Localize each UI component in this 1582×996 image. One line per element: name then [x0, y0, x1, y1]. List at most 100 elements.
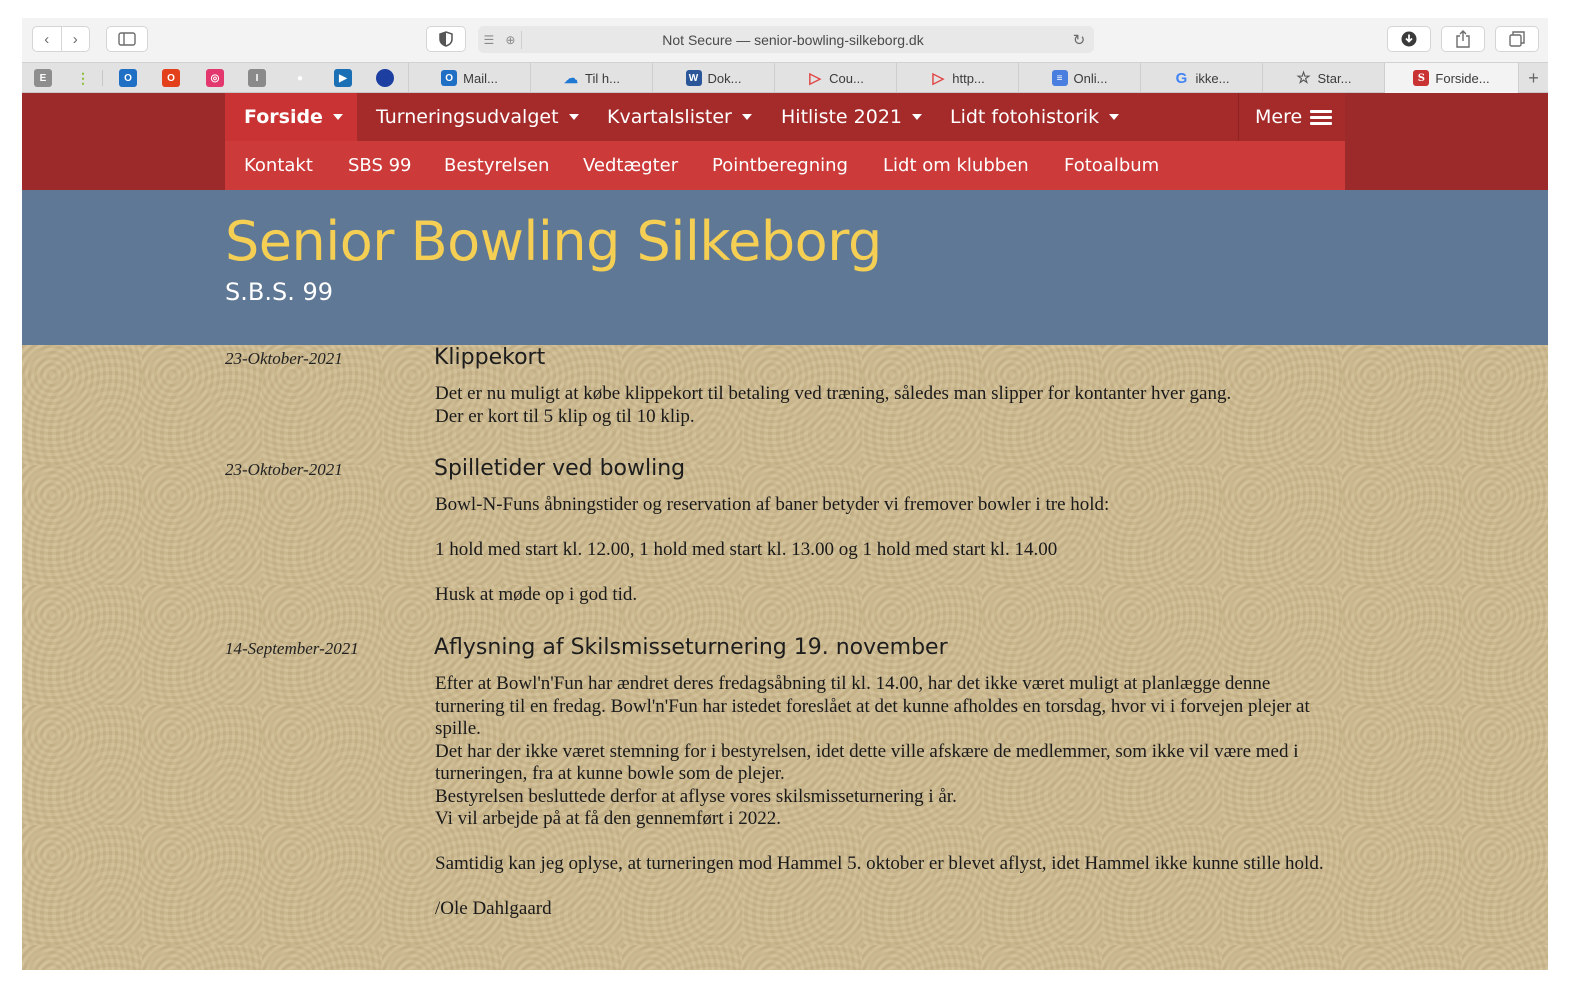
- tab-forside[interactable]: S Forside...: [1384, 63, 1518, 93]
- post-date: 23-Oktober-2021: [225, 460, 343, 479]
- news-content: 23-Oktober-2021 Klippekort Det er nu mul…: [22, 345, 1548, 970]
- tab-mail[interactable]: O Mail...: [408, 63, 530, 93]
- post-paragraph: Det har der ikke været stemning for i be…: [435, 740, 1299, 785]
- pinned-tab-office-icon[interactable]: O: [162, 69, 180, 87]
- post-paragraph: 1 hold med start kl. 12.00, 1 hold med s…: [435, 539, 1058, 560]
- sub-nav-fotoalbum[interactable]: Fotoalbum: [1064, 141, 1159, 190]
- post-paragraph: Vi vil arbejde på at få den gennemført i…: [435, 808, 782, 829]
- tab-label: Dok...: [707, 70, 742, 86]
- nav-label: Forside: [244, 106, 323, 128]
- nav-item-forside[interactable]: Forside: [225, 93, 357, 141]
- downloads-icon[interactable]: [1387, 26, 1431, 52]
- onedrive-icon: ☁: [564, 69, 579, 86]
- pin-divider: [102, 70, 103, 86]
- pinned-tab-outlook-icon[interactable]: O: [119, 69, 137, 87]
- hamburger-icon: [1310, 107, 1333, 128]
- pinned-tab-creative-cloud-icon[interactable]: ◎: [206, 69, 224, 87]
- new-tab-icon[interactable]: +: [1518, 63, 1548, 93]
- caret-down-icon: [568, 114, 579, 120]
- tab-label: Til h...: [585, 70, 620, 86]
- tab-label: Star...: [1317, 70, 1352, 86]
- post-paragraph: Efter at Bowl'n'Fun har ændret deres fre…: [435, 673, 1310, 739]
- tab-label: http...: [952, 70, 985, 86]
- sidebar-icon[interactable]: [106, 26, 148, 52]
- post-title: Aflysning af Skilsmisseturnering 19. nov…: [434, 635, 948, 660]
- nav-item-fotohistorik[interactable]: Lidt fotohistorik: [950, 93, 1120, 141]
- tab-cou[interactable]: ▷ Cou...: [774, 63, 896, 93]
- triangle-app-icon: ▷: [932, 70, 944, 87]
- more-menu-button[interactable]: Mere: [1255, 93, 1333, 141]
- reload-icon[interactable]: ↻: [1064, 31, 1094, 49]
- sub-nav-pointberegning[interactable]: Pointberegning: [712, 141, 848, 190]
- nav-item-turneringsudvalget[interactable]: Turneringsudvalget: [376, 93, 579, 141]
- reader-controls: ☰ ⊕: [478, 30, 522, 49]
- post-paragraph: /Ole Dahlgaard: [435, 898, 552, 919]
- sub-nav-bestyrelsen[interactable]: Bestyrelsen: [444, 141, 549, 190]
- sub-nav-lidt-om-klubben[interactable]: Lidt om klubben: [883, 141, 1029, 190]
- tab-onli[interactable]: ≡ Onli...: [1018, 63, 1140, 93]
- sub-nav-vedtaegter[interactable]: Vedtægter: [583, 141, 678, 190]
- back-icon[interactable]: ‹: [33, 27, 62, 51]
- triangle-app-icon: ▷: [809, 70, 821, 87]
- url-text[interactable]: Not Secure — senior-bowling-silkeborg.dk: [522, 32, 1064, 48]
- nav-item-kvartalslister[interactable]: Kvartalslister: [607, 93, 752, 141]
- privacy-shield-icon[interactable]: [426, 26, 466, 52]
- post-body: Efter at Bowl'n'Fun har ændret deres fre…: [435, 673, 1340, 921]
- caret-down-icon: [912, 114, 923, 120]
- main-nav: Forside Turneringsudvalget Kvartalsliste…: [225, 93, 1345, 141]
- tab-ikke[interactable]: G ikke...: [1140, 63, 1262, 93]
- share-icon[interactable]: [1441, 26, 1485, 52]
- more-label: Mere: [1255, 106, 1303, 128]
- sub-nav-kontakt[interactable]: Kontakt: [244, 141, 313, 190]
- pinned-tab-video-icon[interactable]: ▶: [334, 69, 352, 87]
- nav-label: Hitliste 2021: [781, 106, 903, 128]
- post-paragraph: Husk at møde op i god tid.: [435, 584, 638, 605]
- pinned-tab-kebab-icon[interactable]: ⋮: [74, 69, 92, 87]
- tab-http[interactable]: ▷ http...: [896, 63, 1018, 93]
- sub-nav-sbs99[interactable]: SBS 99: [348, 141, 412, 190]
- word-icon: W: [685, 70, 702, 86]
- caret-down-icon: [1109, 114, 1120, 120]
- reader-view-icon[interactable]: ☰: [484, 33, 495, 47]
- site-subtitle: S.B.S. 99: [225, 278, 333, 306]
- tab-label: Mail...: [463, 70, 498, 86]
- caret-down-icon: [332, 114, 343, 120]
- add-icon[interactable]: ⊕: [505, 33, 515, 47]
- post-paragraph: Bowl-N-Funs åbningstider og reservation …: [435, 494, 1110, 515]
- docs-icon: ≡: [1051, 70, 1068, 86]
- tab-label: Forside...: [1435, 70, 1490, 86]
- tab-strip: E ⋮ O O ◎ I ● ▶ ● O Mail... ☁ Til h... W…: [22, 62, 1548, 93]
- forward-icon[interactable]: ›: [62, 27, 90, 51]
- post-paragraph: Der er kort til 5 klip og til 10 klip.: [435, 405, 695, 427]
- nav-label: Kvartalslister: [607, 106, 732, 128]
- site-banner: Senior Bowling Silkeborg S.B.S. 99: [22, 190, 1548, 345]
- caret-down-icon: [741, 114, 752, 120]
- post-date: 23-Oktober-2021: [225, 349, 343, 368]
- pinned-tab-circle-icon[interactable]: ●: [376, 69, 394, 87]
- tab-label: Cou...: [829, 70, 864, 86]
- google-icon: G: [1175, 69, 1188, 87]
- address-bar[interactable]: ☰ ⊕ Not Secure — senior-bowling-silkebor…: [478, 26, 1094, 53]
- tab-dok[interactable]: W Dok...: [652, 63, 774, 93]
- nav-label: Lidt fotohistorik: [950, 106, 1100, 128]
- post-paragraph: Det er nu muligt at købe klippekort til …: [435, 383, 1232, 404]
- post-title: Klippekort: [434, 345, 546, 370]
- tab-overview-icon[interactable]: [1495, 26, 1539, 52]
- tab-label: ikke...: [1195, 70, 1230, 86]
- site-title[interactable]: Senior Bowling Silkeborg: [225, 210, 882, 273]
- browser-toolbar: ‹ › ☰ ⊕ Not Secure — senior-bowling-silk…: [22, 18, 1548, 62]
- pinned-tab-color-icon[interactable]: ●: [291, 69, 309, 87]
- tab-til-h[interactable]: ☁ Til h...: [530, 63, 652, 93]
- tab-star[interactable]: ☆ Star...: [1262, 63, 1384, 93]
- post-body: Det er nu muligt at købe klippekort til …: [435, 383, 1340, 428]
- post-body: Bowl-N-Funs åbningstider og reservation …: [435, 494, 1340, 607]
- post-title: Spilletider ved bowling: [434, 456, 686, 481]
- nav-item-hitliste[interactable]: Hitliste 2021: [781, 93, 923, 141]
- browser-window: ‹ › ☰ ⊕ Not Secure — senior-bowling-silk…: [22, 18, 1548, 970]
- post-paragraph: Bestyrelsen besluttede derfor at aflyse …: [435, 785, 957, 807]
- pinned-tab-bar-app-icon[interactable]: I: [248, 69, 266, 87]
- post-date: 14-September-2021: [225, 639, 359, 658]
- back-forward-group: ‹ ›: [32, 26, 90, 52]
- pinned-tab-e-icon[interactable]: E: [34, 69, 52, 87]
- tab-label: Onli...: [1073, 70, 1108, 86]
